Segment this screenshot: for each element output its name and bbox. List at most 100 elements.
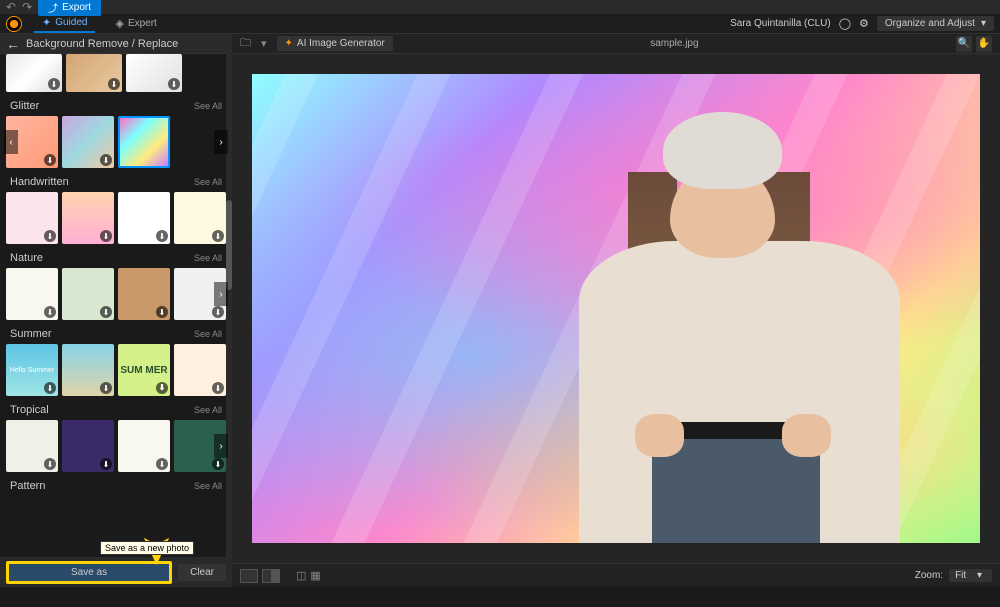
scrollbar-thumb[interactable] — [226, 200, 232, 290]
bg-thumb-tropical[interactable]: ⬇ — [118, 420, 170, 472]
chevron-down-icon: ▾ — [981, 18, 986, 29]
bg-thumb-handwritten[interactable]: ⬇ — [118, 192, 170, 244]
section-handwritten: Handwritten See All ⬇ ⬇ ⬇ ⬇ — [4, 172, 228, 244]
background-library-panel: ← Background Remove / Replace ⬇ ⬇ ⬇ Glit… — [0, 34, 232, 587]
thumb-text: SUM MER — [120, 366, 167, 375]
export-label: Export — [62, 2, 91, 13]
scrollbar-track[interactable] — [226, 34, 232, 587]
folder-icon[interactable]: 🗀 — [240, 34, 251, 53]
ai-image-generator-button[interactable]: ✦ AI Image Generator — [277, 36, 393, 51]
bg-thumb-glitter[interactable]: ⬇ — [62, 116, 114, 168]
bg-thumb-summer[interactable]: Hello Summer⬇ — [6, 344, 58, 396]
download-icon: ⬇ — [212, 230, 224, 242]
section-top: ⬇ ⬇ ⬇ — [4, 54, 228, 92]
bg-thumb-handwritten[interactable]: ⬇ — [6, 192, 58, 244]
see-all-link[interactable]: See All — [194, 481, 222, 491]
download-icon: ⬇ — [156, 458, 168, 470]
bg-thumb[interactable]: ⬇ — [126, 54, 182, 92]
bg-thumb-nature[interactable]: ⬇ — [62, 268, 114, 320]
section-glitter: Glitter See All ‹ ⬇ ⬇ › — [4, 96, 228, 168]
download-icon: ⬇ — [212, 306, 224, 318]
back-arrow-icon[interactable]: ← — [6, 36, 20, 52]
zoom-select[interactable]: Fit ▾ — [949, 569, 992, 582]
carousel-next-icon[interactable]: › — [214, 282, 228, 306]
canvas-footer: ◫ ▦ Zoom: Fit ▾ — [232, 563, 1000, 587]
download-icon: ⬇ — [212, 382, 224, 394]
download-icon: ⬇ — [100, 458, 112, 470]
chevron-down-icon[interactable]: ▾ — [261, 37, 267, 50]
carousel-prev-icon[interactable]: ‹ — [4, 130, 18, 154]
bg-thumb-handwritten[interactable]: ⬇ — [174, 192, 226, 244]
download-icon: ⬇ — [100, 154, 112, 166]
crop-icon[interactable]: ◫ — [296, 569, 306, 583]
redo-icon[interactable]: ↷ — [22, 0, 32, 14]
search-icon[interactable]: 🔍 — [956, 36, 972, 52]
layers-icon[interactable]: ▦ — [310, 569, 320, 583]
bg-thumb-tropical[interactable]: ⬇ — [6, 420, 58, 472]
clear-button[interactable]: Clear — [178, 564, 226, 581]
tab-guided[interactable]: ✦ Guided — [34, 14, 95, 33]
download-icon: ⬇ — [100, 230, 112, 242]
bg-thumb-handwritten[interactable]: ⬇ — [62, 192, 114, 244]
bg-thumb[interactable]: ⬇ — [66, 54, 122, 92]
zoom-label: Zoom: — [915, 570, 943, 581]
section-label: Tropical — [10, 404, 49, 416]
user-avatar-icon[interactable]: ◯ — [839, 17, 851, 30]
organize-label: Organize and Adjust — [885, 18, 975, 29]
carousel-next-icon[interactable]: › — [214, 130, 228, 154]
save-as-tooltip: Save as a new photo — [100, 541, 194, 555]
section-nature: Nature See All ⬇ ⬇ ⬇ ⬇ › — [4, 248, 228, 320]
section-label: Summer — [10, 328, 52, 340]
section-label: Glitter — [10, 100, 39, 112]
upload-icon: ⤴ — [48, 0, 58, 15]
section-pattern: Pattern See All — [4, 476, 228, 496]
panel-title: Background Remove / Replace — [26, 38, 178, 50]
view-single-icon[interactable] — [240, 569, 258, 583]
canvas-area: 🗀 ▾ ✦ AI Image Generator sample.jpg 🔍 ✋ — [232, 34, 1000, 587]
see-all-link[interactable]: See All — [194, 177, 222, 187]
undo-icon[interactable]: ↶ — [6, 0, 16, 14]
canvas-toolbar: 🗀 ▾ ✦ AI Image Generator sample.jpg 🔍 ✋ — [232, 34, 1000, 54]
see-all-link[interactable]: See All — [194, 253, 222, 263]
download-icon: ⬇ — [44, 382, 56, 394]
download-icon: ⬇ — [156, 382, 168, 394]
canvas-viewport[interactable] — [232, 54, 1000, 563]
user-name-label: Sara Quintanilla (CLU) — [730, 18, 831, 29]
view-split-icon[interactable] — [262, 569, 280, 583]
see-all-link[interactable]: See All — [194, 405, 222, 415]
section-label: Nature — [10, 252, 43, 264]
panel-header: ← Background Remove / Replace — [0, 34, 232, 54]
pan-hand-icon[interactable]: ✋ — [976, 36, 992, 52]
download-icon: ⬇ — [100, 382, 112, 394]
window-control-bar: ↶ ↷ ⤴ Export — [0, 0, 1000, 14]
download-icon: ⬇ — [44, 306, 56, 318]
see-all-link[interactable]: See All — [194, 329, 222, 339]
bg-thumb-summer[interactable]: ⬇ — [174, 344, 226, 396]
bg-thumb-nature[interactable]: ⬇ — [118, 268, 170, 320]
bg-thumb-summer[interactable]: ⬇ — [62, 344, 114, 396]
subject-person — [565, 112, 914, 543]
settings-gear-icon[interactable]: ⚙ — [859, 17, 869, 30]
ai-generator-label: AI Image Generator — [297, 38, 385, 49]
organize-dropdown[interactable]: Organize and Adjust ▾ — [877, 16, 994, 31]
sidebar-action-bar: ➤ Save as a new photo Save as Clear — [0, 557, 232, 587]
tab-expert[interactable]: ◈ Expert — [107, 15, 164, 32]
bg-thumb-tropical[interactable]: ⬇ — [62, 420, 114, 472]
bg-thumb-nature[interactable]: ⬇ — [6, 268, 58, 320]
save-as-button[interactable]: Save as — [6, 561, 172, 584]
bg-thumb[interactable]: ⬇ — [6, 54, 62, 92]
download-icon: ⬇ — [44, 458, 56, 470]
tab-expert-label: Expert — [128, 18, 157, 29]
app-logo-icon[interactable] — [6, 16, 22, 32]
bg-thumb-summer[interactable]: SUM MER ⬇ — [118, 344, 170, 396]
wand-icon: ✦ — [42, 16, 51, 29]
download-icon: ⬇ — [108, 78, 120, 90]
diamond-icon: ◈ — [115, 17, 123, 30]
bg-thumb-glitter-selected[interactable] — [118, 116, 170, 168]
canvas-image — [252, 74, 980, 543]
download-icon: ⬇ — [168, 78, 180, 90]
section-tropical: Tropical See All ⬇ ⬇ ⬇ ⬇ › — [4, 400, 228, 472]
download-icon: ⬇ — [156, 230, 168, 242]
carousel-next-icon[interactable]: › — [214, 434, 228, 458]
see-all-link[interactable]: See All — [194, 101, 222, 111]
